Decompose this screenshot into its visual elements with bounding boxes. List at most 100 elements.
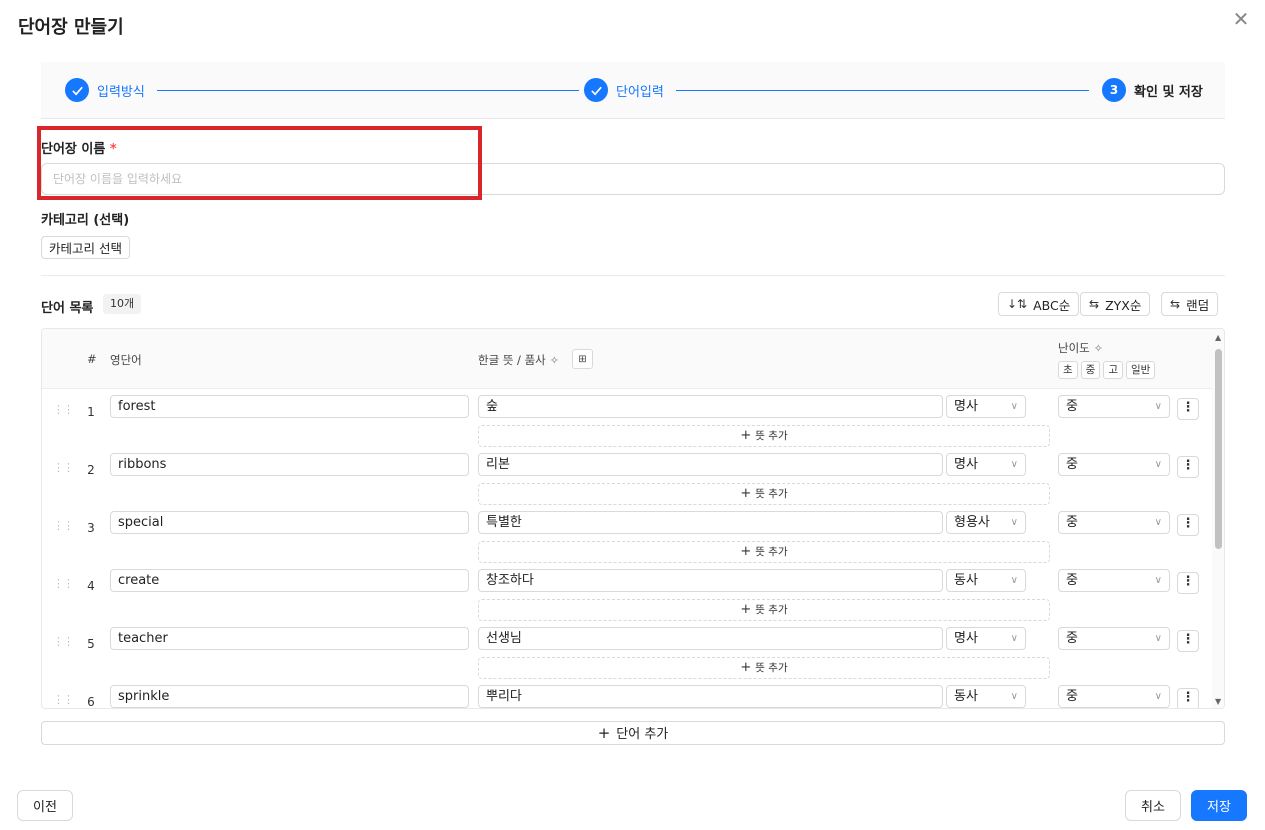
add-meaning-button[interactable]: + 뜻 추가 (478, 425, 1050, 447)
difficulty-medium-button[interactable]: 중 (1080, 361, 1101, 379)
level-select[interactable]: 중 ∨ (1058, 627, 1170, 650)
scroll-thumb[interactable] (1215, 349, 1222, 549)
swap-icon: ⇆ (1089, 297, 1100, 311)
chevron-down-icon: ∨ (1010, 633, 1018, 644)
word-input[interactable]: teacher (110, 627, 469, 650)
difficulty-general-button[interactable]: 일반 (1126, 361, 1156, 379)
category-label: 카테고리 (선택) (41, 213, 130, 228)
pos-select[interactable]: 동사 ∨ (946, 685, 1026, 708)
table-row: ⋮⋮ 3 special 특별한 형용사 ∨ 중 ∨ ⋮ + 뜻 추가 (42, 509, 1212, 567)
difficulty-hard-button[interactable]: 고 (1103, 361, 1124, 379)
table-row: ⋮⋮ 6 sprinkle 뿌리다 동사 ∨ 중 ∨ ⋮ (42, 683, 1212, 709)
level-select[interactable]: 중 ∨ (1058, 395, 1170, 418)
step-number: 3 (1102, 78, 1126, 102)
add-meaning-button[interactable]: + 뜻 추가 (478, 657, 1050, 679)
meaning-input[interactable]: 선생님 (478, 627, 943, 650)
add-word-button[interactable]: + 단어 추가 (41, 721, 1225, 745)
more-options-icon[interactable]: ⋮ (1177, 688, 1199, 708)
meaning-input[interactable]: 창조하다 (478, 569, 943, 592)
wordbook-name-input[interactable] (41, 163, 1225, 195)
drag-handle-icon[interactable]: ⋮⋮ (53, 578, 74, 589)
scroll-down-icon[interactable]: ▼ (1215, 697, 1221, 706)
name-label: 단어장 이름 * (41, 142, 117, 157)
dialog-title: 단어장 만들기 (18, 17, 124, 38)
sort-random-button[interactable]: ⇆ 랜덤 (1161, 292, 1219, 316)
word-input[interactable]: ribbons (110, 453, 469, 476)
table-scrollbar[interactable]: ▲ ▼ (1212, 329, 1224, 708)
sparkle-icon: ✧ (1093, 342, 1103, 355)
pos-select[interactable]: 명사 ∨ (946, 627, 1026, 650)
drag-handle-icon[interactable]: ⋮⋮ (53, 694, 74, 705)
close-icon[interactable]: ✕ (1231, 9, 1251, 29)
word-input[interactable]: special (110, 511, 469, 534)
more-options-icon[interactable]: ⋮ (1177, 630, 1199, 652)
level-select[interactable]: 중 ∨ (1058, 685, 1170, 708)
grid-layout-icon[interactable]: ⊞ (572, 349, 593, 369)
word-input[interactable]: sprinkle (110, 685, 469, 708)
chevron-down-icon: ∨ (1154, 401, 1162, 412)
chevron-down-icon: ∨ (1010, 459, 1018, 470)
drag-handle-icon[interactable]: ⋮⋮ (53, 636, 74, 647)
level-select[interactable]: 중 ∨ (1058, 511, 1170, 534)
word-table: # 영단어 한글 뜻 / 품사 ✧ ⊞ 난이도 ✧ 초 중 고 일반 ⋮⋮ 1 fo… (41, 328, 1225, 709)
level-select[interactable]: 중 ∨ (1058, 569, 1170, 592)
required-mark: * (109, 142, 117, 157)
row-number: 6 (87, 695, 95, 709)
more-options-icon[interactable]: ⋮ (1177, 398, 1199, 420)
meaning-input[interactable]: 뿌리다 (478, 685, 943, 708)
pos-select[interactable]: 명사 ∨ (946, 395, 1026, 418)
chevron-down-icon: ∨ (1154, 633, 1162, 644)
header-index: # (87, 352, 97, 366)
add-meaning-button[interactable]: + 뜻 추가 (478, 599, 1050, 621)
more-options-icon[interactable]: ⋮ (1177, 456, 1199, 478)
word-input[interactable]: forest (110, 395, 469, 418)
chevron-down-icon: ∨ (1010, 575, 1018, 586)
sort-zyx-button[interactable]: ⇆ ZYX순 (1080, 292, 1151, 316)
check-icon (584, 78, 608, 102)
chevron-down-icon: ∨ (1010, 517, 1018, 528)
pos-select[interactable]: 동사 ∨ (946, 569, 1026, 592)
divider (41, 275, 1225, 276)
chevron-down-icon: ∨ (1154, 517, 1162, 528)
step-word-input[interactable]: 단어입력 (584, 78, 664, 102)
row-number: 4 (87, 579, 95, 593)
table-body: ⋮⋮ 1 forest 숲 명사 ∨ 중 ∨ ⋮ + 뜻 추가 ⋮⋮ 2 ribbon… (42, 390, 1212, 709)
prev-button[interactable]: 이전 (17, 790, 73, 821)
table-row: ⋮⋮ 1 forest 숲 명사 ∨ 중 ∨ ⋮ + 뜻 추가 (42, 393, 1212, 451)
meaning-input[interactable]: 숲 (478, 395, 943, 418)
more-options-icon[interactable]: ⋮ (1177, 514, 1199, 536)
table-row: ⋮⋮ 5 teacher 선생님 명사 ∨ 중 ∨ ⋮ + 뜻 추가 (42, 625, 1212, 683)
step-input-method[interactable]: 입력방식 (65, 78, 145, 102)
step-label: 단어입력 (616, 84, 664, 100)
pos-select[interactable]: 형용사 ∨ (946, 511, 1026, 534)
difficulty-bulk-buttons: 초 중 고 일반 (1058, 361, 1156, 379)
check-icon (65, 78, 89, 102)
chevron-down-icon: ∨ (1154, 459, 1162, 470)
chevron-down-icon: ∨ (1010, 401, 1018, 412)
drag-handle-icon[interactable]: ⋮⋮ (53, 404, 74, 415)
meaning-input[interactable]: 리본 (478, 453, 943, 476)
category-select-button[interactable]: 카테고리 선택 (41, 236, 130, 259)
more-options-icon[interactable]: ⋮ (1177, 572, 1199, 594)
cancel-button[interactable]: 취소 (1125, 790, 1181, 821)
drag-handle-icon[interactable]: ⋮⋮ (53, 520, 74, 531)
pos-select[interactable]: 명사 ∨ (946, 453, 1026, 476)
header-word: 영단어 (110, 353, 142, 367)
difficulty-easy-button[interactable]: 초 (1058, 361, 1078, 379)
row-number: 3 (87, 521, 95, 535)
word-input[interactable]: create (110, 569, 469, 592)
chevron-down-icon: ∨ (1154, 575, 1162, 586)
chevron-down-icon: ∨ (1154, 691, 1162, 702)
add-meaning-button[interactable]: + 뜻 추가 (478, 541, 1050, 563)
drag-handle-icon[interactable]: ⋮⋮ (53, 462, 74, 473)
save-button[interactable]: 저장 (1191, 790, 1247, 821)
step-label: 입력방식 (97, 84, 145, 100)
sort-abc-button[interactable]: ↓⇅ ABC순 (998, 292, 1080, 316)
scroll-up-icon[interactable]: ▲ (1215, 333, 1221, 342)
level-select[interactable]: 중 ∨ (1058, 453, 1170, 476)
sparkle-icon: ✧ (549, 354, 559, 367)
add-meaning-button[interactable]: + 뜻 추가 (478, 483, 1050, 505)
table-header: # 영단어 한글 뜻 / 품사 ✧ ⊞ 난이도 ✧ 초 중 고 일반 (42, 329, 1212, 389)
meaning-input[interactable]: 특별한 (478, 511, 943, 534)
step-confirm-save[interactable]: 3 확인 및 저장 (1102, 78, 1203, 102)
